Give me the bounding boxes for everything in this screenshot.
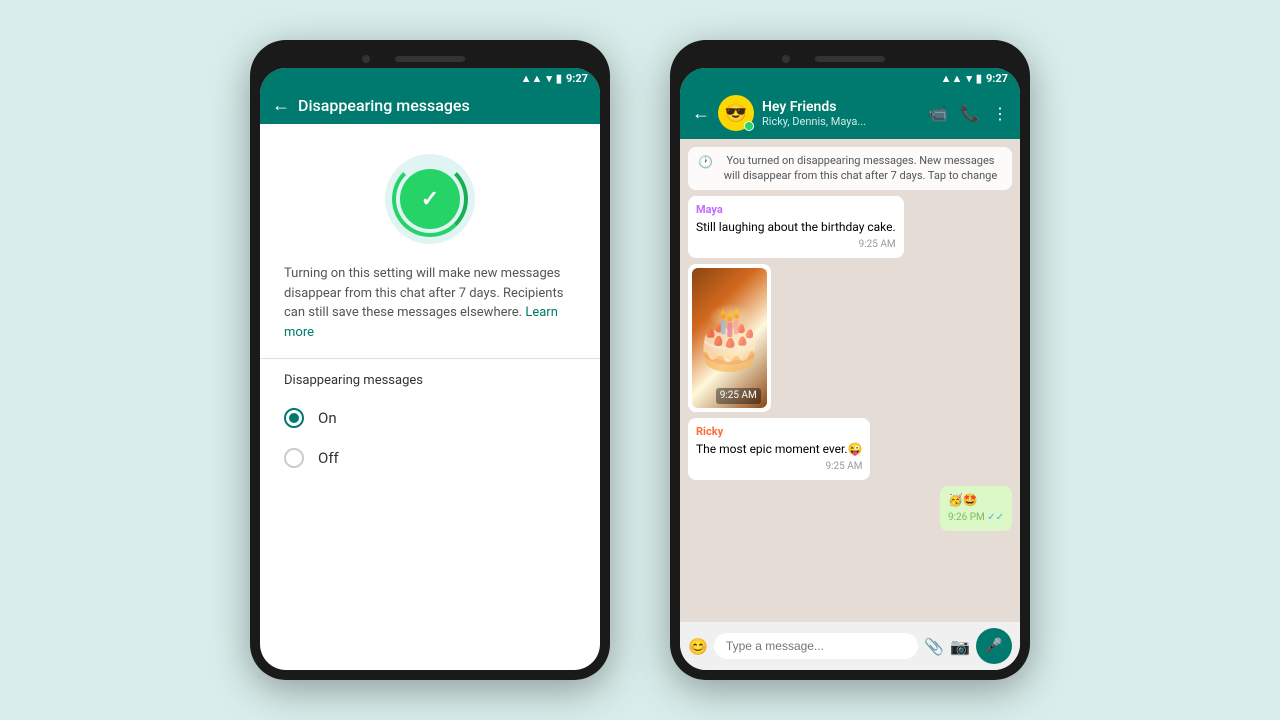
radio-option-on[interactable]: On [260,398,600,438]
signal-icon-right: ▲▲ [941,72,963,85]
mic-button[interactable]: 🎤 [976,628,1012,664]
radio-off-label: Off [318,449,339,467]
front-camera-left [362,55,370,63]
outgoing-time: 9:26 PM [948,512,985,523]
wifi-icon-right: ▾ [966,72,972,85]
system-message[interactable]: 🕐 You turned on disappearing messages. N… [688,147,1012,190]
speaker-left [395,56,465,62]
sender-maya: Maya [696,202,896,217]
message-text-ricky: The most epic moment ever.😜 [696,441,862,458]
left-phone: ▲▲ ▾ ▮ 9:27 ← Disappearing messages ✓ Tu… [250,40,610,680]
chat-info: Hey Friends Ricky, Dennis, Maya... [762,99,866,128]
message-cake-image: 9:25 AM [688,264,771,412]
message-ricky: Ricky The most epic moment ever.😜 9:25 A… [688,418,870,480]
settings-content: ✓ Turning on this setting will make new … [260,124,600,670]
camera-icon[interactable]: 📷 [950,637,970,656]
message-maya: Maya Still laughing about the birthday c… [688,196,904,258]
emoji-picker-icon[interactable]: 😊 [688,637,708,656]
back-button-left[interactable]: ← [272,95,290,116]
left-screen: ▲▲ ▾ ▮ 9:27 ← Disappearing messages ✓ Tu… [260,68,600,670]
speaker-right [815,56,885,62]
check-icon: ✓ [421,187,439,212]
group-members: Ricky, Dennis, Maya... [762,115,866,128]
section-title: Disappearing messages [260,359,600,398]
timer-icon-area: ✓ [260,124,600,264]
radio-option-off[interactable]: Off [260,438,600,478]
message-text-outgoing: 🥳🤩 [948,492,1004,509]
settings-header: ← Disappearing messages [260,87,600,124]
wifi-icon-left: ▾ [546,72,552,85]
voice-call-icon[interactable]: 📞 [960,104,980,123]
message-text-maya: Still laughing about the birthday cake. [696,219,896,236]
battery-icon-left: ▮ [556,72,562,85]
battery-icon-right: ▮ [976,72,982,85]
message-time-ricky: 9:25 AM [696,460,862,474]
group-name: Hey Friends [762,99,866,115]
timer-circle-inner: ✓ [400,169,460,229]
time-left: 9:27 [566,72,588,85]
cake-image: 9:25 AM [692,268,767,408]
system-message-text: You turned on disappearing messages. New… [719,153,1002,184]
chat-header-group: 😎 Hey Friends Ricky, Dennis, Maya... [718,95,920,131]
radio-on-label: On [318,409,337,427]
message-outgoing: 🥳🤩 9:26 PM ✓✓ [940,486,1012,531]
disappearing-icon: 🕐 [698,154,713,171]
message-time-maya: 9:25 AM [696,238,896,252]
chat-header-icons: 📹 📞 ⋮ [928,104,1008,123]
group-avatar: 😎 [718,95,754,131]
video-call-icon[interactable]: 📹 [928,104,948,123]
time-right: 9:27 [986,72,1008,85]
double-tick-icon: ✓✓ [987,512,1004,523]
online-indicator [744,121,754,131]
phone-notch-left [260,50,600,68]
settings-title: Disappearing messages [298,96,588,115]
radio-on-indicator [289,413,299,423]
right-screen: ▲▲ ▾ ▮ 9:27 ← 😎 Hey Friends Ricky, Denni… [680,68,1020,670]
timer-circle-outer: ✓ [385,154,475,244]
signal-icon-left: ▲▲ [521,72,543,85]
settings-description: Turning on this setting will make new me… [260,264,600,358]
status-bar-left: ▲▲ ▾ ▮ 9:27 [260,68,600,87]
chat-input-bar: 😊 📎 📷 🎤 [680,622,1020,670]
more-options-icon[interactable]: ⋮ [992,104,1008,123]
back-button-right[interactable]: ← [692,103,710,124]
front-camera-right [782,55,790,63]
avatar-emoji-icon: 😎 [725,103,747,124]
image-time: 9:25 AM [716,388,761,404]
radio-on-button[interactable] [284,408,304,428]
chat-header: ← 😎 Hey Friends Ricky, Dennis, Maya... 📹… [680,87,1020,139]
message-input[interactable] [714,633,918,659]
status-bar-right: ▲▲ ▾ ▮ 9:27 [680,68,1020,87]
attach-icon[interactable]: 📎 [924,637,944,656]
description-text: Turning on this setting will make new me… [284,266,563,320]
sender-ricky: Ricky [696,424,862,439]
phone-notch-right [680,50,1020,68]
right-phone: ▲▲ ▾ ▮ 9:27 ← 😎 Hey Friends Ricky, Denni… [670,40,1030,680]
chat-area: 🕐 You turned on disappearing messages. N… [680,139,1020,622]
message-time-outgoing: 9:26 PM ✓✓ [948,511,1004,525]
radio-off-button[interactable] [284,448,304,468]
